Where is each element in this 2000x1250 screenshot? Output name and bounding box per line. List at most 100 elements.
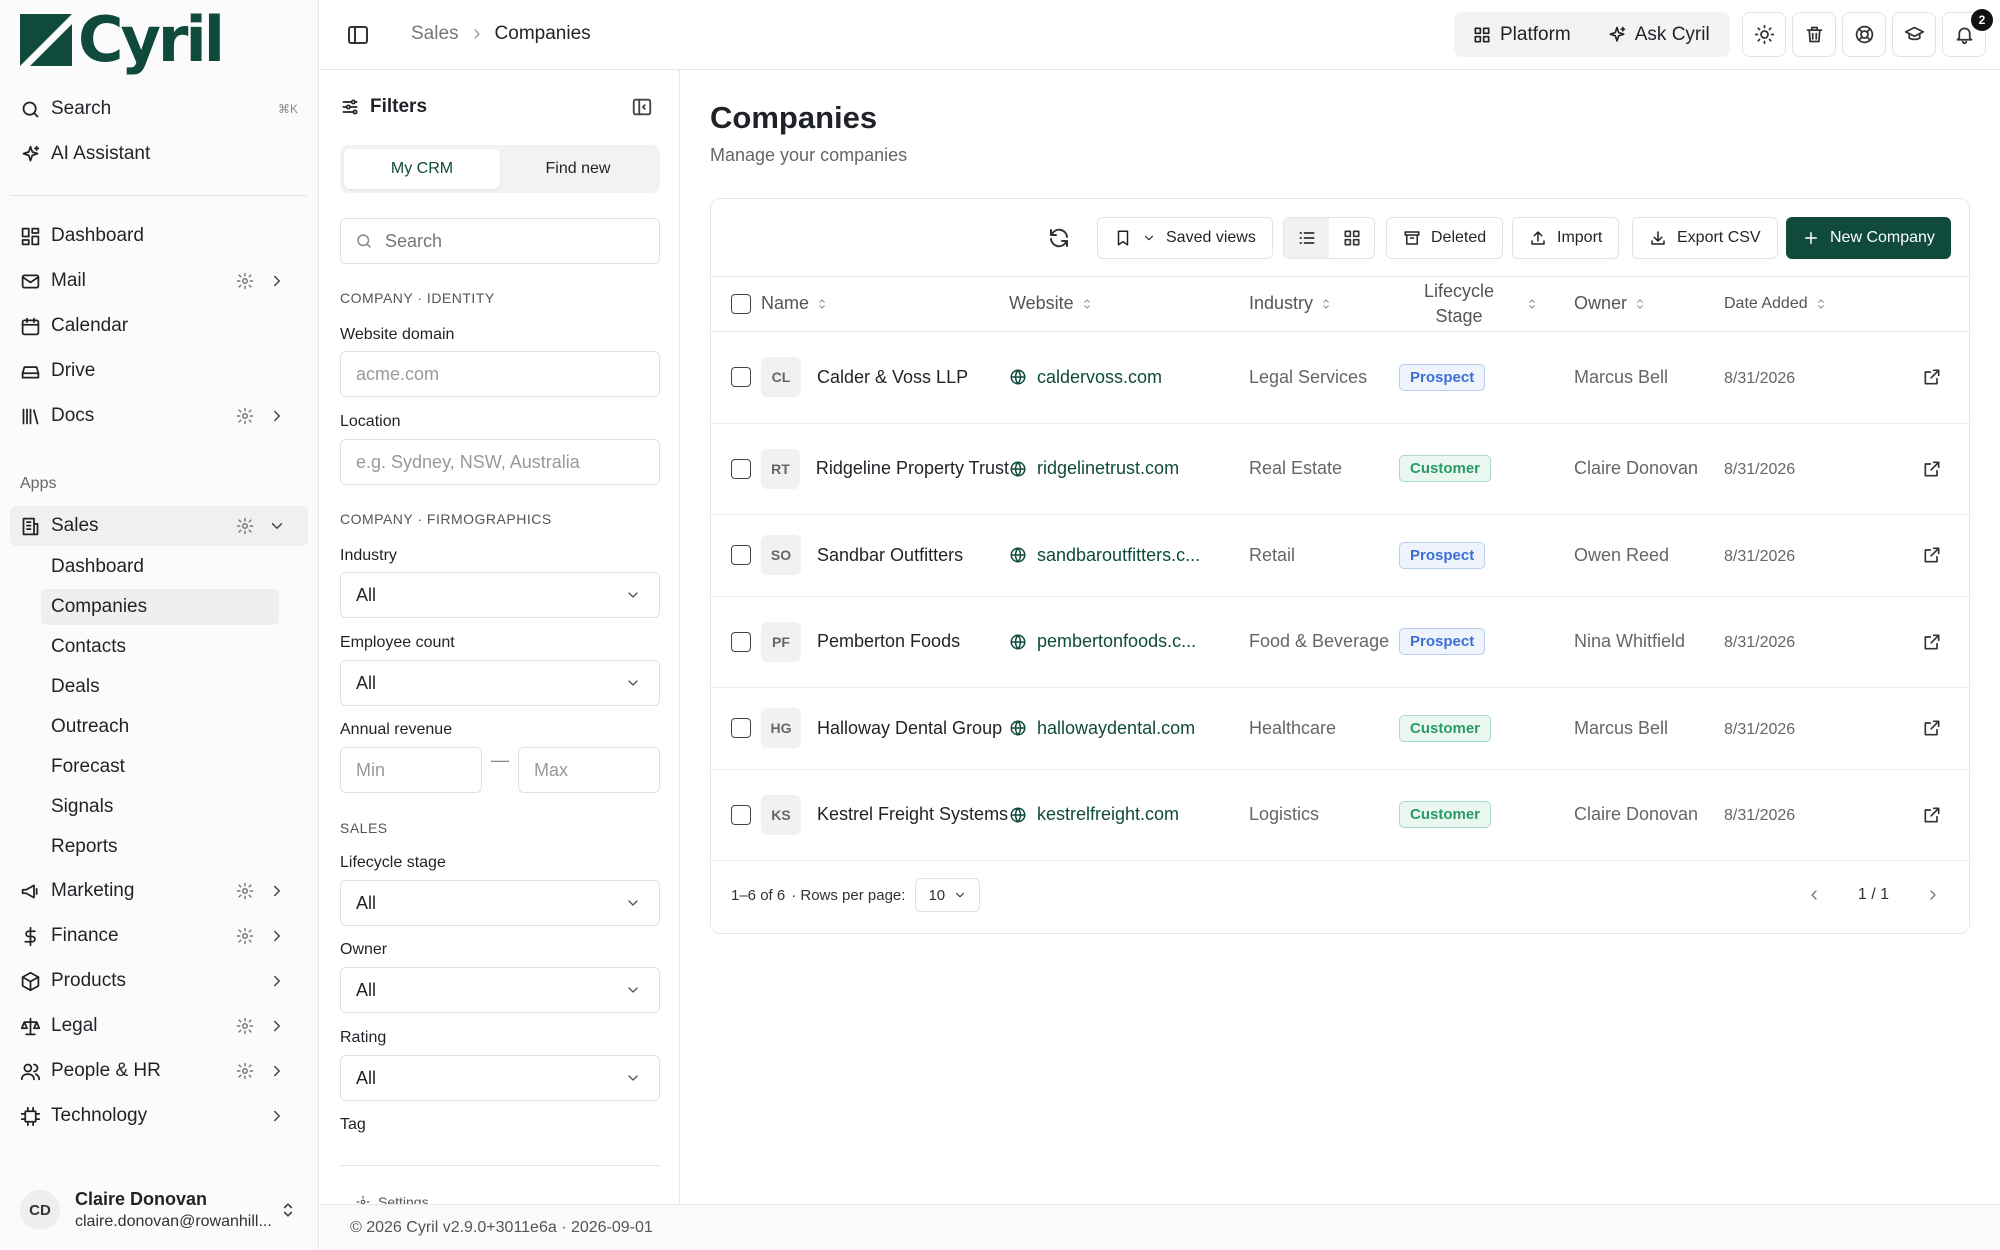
external-link-icon[interactable] (1922, 632, 1942, 652)
breadcrumb-sales[interactable]: Sales (411, 23, 459, 45)
row-checkbox[interactable] (731, 718, 751, 738)
tab-find-new[interactable]: Find new (500, 149, 656, 189)
sidebar-subitem-signals[interactable]: Signals (41, 789, 279, 825)
table-row[interactable]: RT Ridgeline Property Trust ridgelinetrus… (711, 423, 1969, 514)
sidebar-item-people-hr[interactable]: People & HR (10, 1051, 308, 1091)
sidebar-item-sales[interactable]: Sales (10, 506, 308, 546)
revenue-min-input[interactable] (340, 747, 482, 793)
sidebar-item-docs[interactable]: Docs (10, 396, 308, 436)
grid-view-button[interactable] (1329, 218, 1374, 258)
table-row[interactable]: HG Halloway Dental Group hallowaydental.c… (711, 687, 1969, 769)
sidebar-subitem-outreach[interactable]: Outreach (41, 709, 279, 745)
chevron-down-icon[interactable] (268, 517, 286, 535)
column-header-industry[interactable]: Industry (1249, 277, 1399, 331)
chevron-right-icon[interactable] (268, 407, 286, 425)
sidebar-item-products[interactable]: Products (10, 961, 308, 1001)
sidebar-item-finance[interactable]: Finance (10, 916, 308, 956)
chevron-right-icon[interactable] (268, 927, 286, 945)
table-row[interactable]: SO Sandbar Outfitters sandbaroutfitters.c… (711, 514, 1969, 596)
external-link-icon[interactable] (1922, 459, 1942, 479)
company-name[interactable]: Pemberton Foods (817, 631, 960, 652)
sidebar-toggle-icon[interactable] (346, 23, 370, 47)
row-checkbox[interactable] (731, 631, 751, 652)
company-name[interactable]: Sandbar Outfitters (817, 545, 963, 566)
gear-icon[interactable] (236, 407, 254, 425)
platform-button[interactable]: Platform (1454, 12, 1589, 57)
collapse-panel-icon[interactable] (631, 96, 653, 118)
filter-search-box[interactable] (340, 218, 660, 264)
table-row[interactable]: KS Kestrel Freight Systems kestrelfreight… (711, 769, 1969, 860)
company-website-link[interactable]: sandbaroutfitters.c... (1009, 545, 1249, 566)
chevron-right-icon[interactable] (268, 1107, 286, 1125)
new-company-button[interactable]: New Company (1786, 217, 1951, 259)
employee-count-select[interactable]: All (340, 660, 660, 706)
gear-icon[interactable] (236, 272, 254, 290)
sidebar-item-mail[interactable]: Mail (10, 261, 308, 301)
gear-icon[interactable] (236, 927, 254, 945)
sidebar-item-drive[interactable]: Drive (10, 351, 308, 391)
column-header-date-added[interactable]: Date Added (1724, 277, 1874, 331)
location-input[interactable] (340, 439, 660, 485)
gear-icon[interactable] (236, 882, 254, 900)
sidebar-item-calendar[interactable]: Calendar (10, 306, 308, 346)
trash-button[interactable] (1792, 12, 1836, 57)
theme-toggle-button[interactable] (1742, 12, 1786, 57)
column-header-name[interactable]: Name (761, 277, 1009, 331)
select-all-checkbox[interactable] (731, 293, 751, 314)
company-website-link[interactable]: caldervoss.com (1009, 367, 1249, 388)
sidebar-subitem-contacts[interactable]: Contacts (41, 629, 279, 665)
sidebar-item-marketing[interactable]: Marketing (10, 871, 308, 911)
company-name[interactable]: Calder & Voss LLP (817, 367, 968, 388)
chevron-right-icon[interactable] (268, 272, 286, 290)
sidebar-search[interactable]: Search ⌘K (10, 89, 308, 129)
sidebar-subitem-deals[interactable]: Deals (41, 669, 279, 705)
table-row[interactable]: PF Pemberton Foods pembertonfoods.c... Fo… (711, 596, 1969, 687)
gear-icon[interactable] (236, 1017, 254, 1035)
sidebar-item-dashboard[interactable]: Dashboard (10, 216, 308, 256)
company-website-link[interactable]: pembertonfoods.c... (1009, 631, 1249, 652)
industry-select[interactable]: All (340, 572, 660, 618)
ask-cyril-button[interactable]: Ask Cyril (1589, 12, 1728, 57)
rows-per-page-select[interactable]: 10 (915, 878, 981, 912)
chevron-right-icon[interactable] (268, 1017, 286, 1035)
column-header-website[interactable]: Website (1009, 277, 1249, 331)
list-view-button[interactable] (1284, 218, 1329, 258)
external-link-icon[interactable] (1922, 805, 1942, 825)
sidebar-subitem-dashboard[interactable]: Dashboard (41, 549, 279, 585)
company-name[interactable]: Halloway Dental Group (817, 718, 1002, 739)
saved-views-button[interactable]: Saved views (1097, 217, 1273, 259)
import-button[interactable]: Import (1512, 217, 1620, 259)
company-website-link[interactable]: ridgelinetrust.com (1009, 458, 1249, 479)
external-link-icon[interactable] (1922, 545, 1942, 565)
help-button[interactable] (1842, 12, 1886, 57)
row-checkbox[interactable] (731, 367, 751, 387)
rating-select[interactable]: All (340, 1055, 660, 1101)
cyril-logo[interactable]: Cyril (20, 8, 225, 72)
owner-select[interactable]: All (340, 967, 660, 1013)
filter-search-input[interactable] (385, 230, 645, 252)
website-domain-input[interactable] (340, 351, 660, 397)
sidebar-item-legal[interactable]: Legal (10, 1006, 308, 1046)
row-checkbox[interactable] (731, 545, 751, 565)
chevron-right-icon[interactable] (1925, 887, 1941, 903)
sidebar-subitem-forecast[interactable]: Forecast (41, 749, 279, 785)
notifications-button[interactable]: 2 (1942, 9, 1993, 57)
academy-button[interactable] (1892, 12, 1936, 57)
tab-my-crm[interactable]: My CRM (344, 149, 500, 189)
table-row[interactable]: CL Calder & Voss LLP caldervoss.com Legal… (711, 331, 1969, 423)
row-checkbox[interactable] (731, 804, 751, 825)
deleted-button[interactable]: Deleted (1386, 217, 1504, 259)
user-account-menu[interactable]: CD Claire Donovan claire.donovan@rowanhi… (10, 1180, 308, 1240)
company-website-link[interactable]: hallowaydental.com (1009, 718, 1249, 739)
chevron-right-icon[interactable] (268, 882, 286, 900)
sidebar-ai-assistant[interactable]: AI Assistant (10, 134, 308, 174)
sidebar-subitem-reports[interactable]: Reports (41, 829, 279, 865)
chevron-right-icon[interactable] (268, 1062, 286, 1080)
company-name[interactable]: Kestrel Freight Systems (817, 804, 1008, 825)
sidebar-subitem-companies[interactable]: Companies (41, 589, 279, 625)
column-header-owner[interactable]: Owner (1574, 277, 1724, 331)
chevron-right-icon[interactable] (268, 972, 286, 990)
column-header-lifecycle-stage[interactable]: Lifecycle Stage (1399, 277, 1574, 331)
lifecycle-stage-select[interactable]: All (340, 880, 660, 926)
company-name[interactable]: Ridgeline Property Trust (816, 458, 1009, 479)
